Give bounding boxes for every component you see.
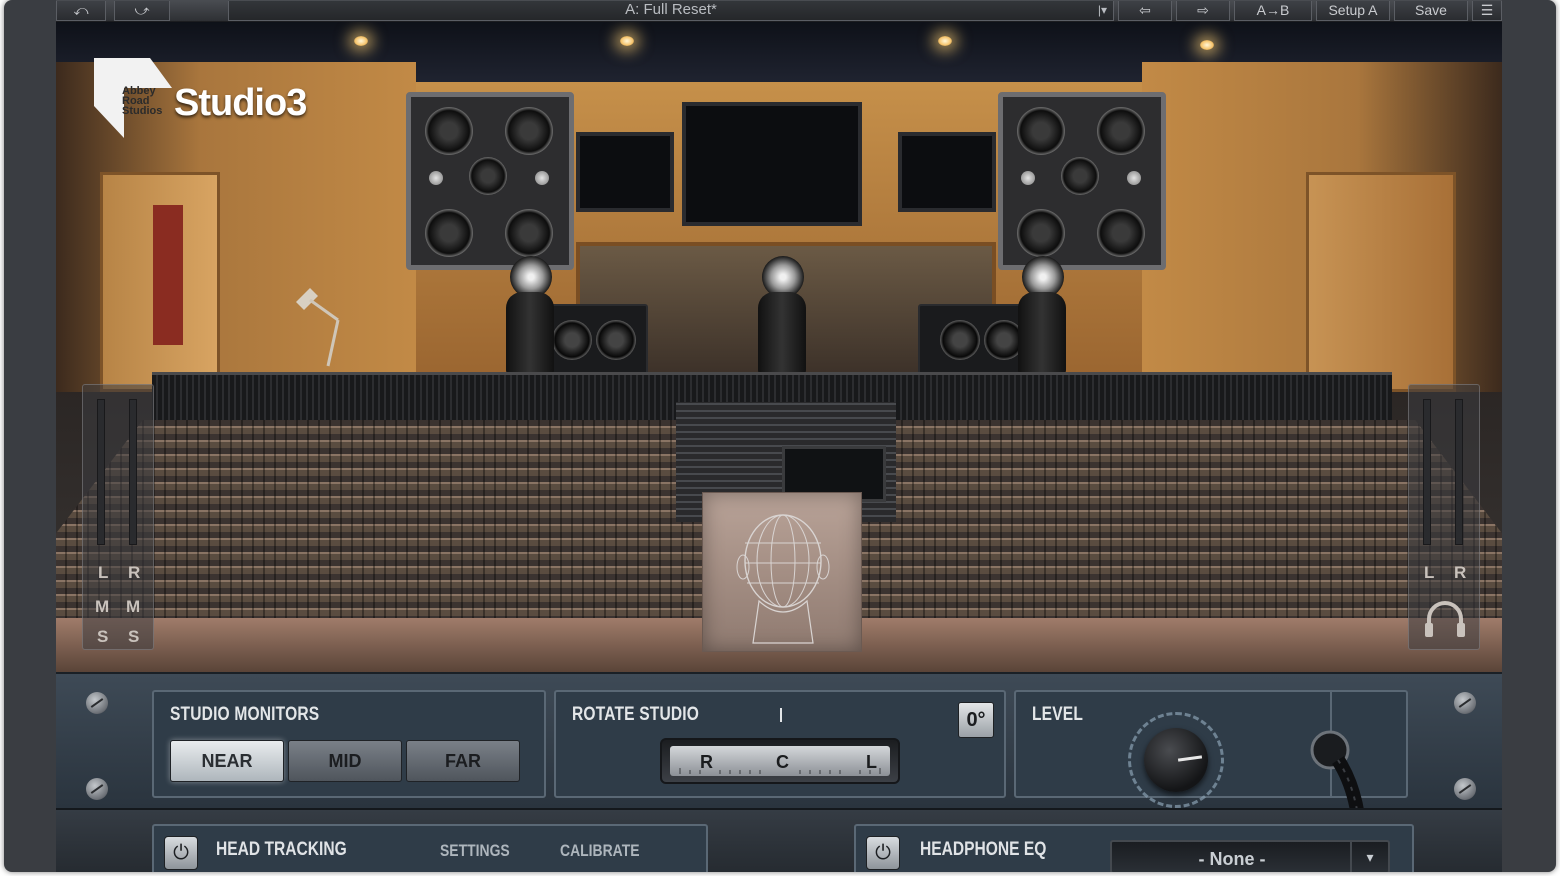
level-title: LEVEL <box>1032 704 1084 725</box>
near-button[interactable]: NEAR <box>170 740 284 782</box>
side-mode-button[interactable]: S <box>128 627 139 647</box>
meter-label-r: R <box>1454 563 1467 582</box>
arrow-left-icon: ⇦ <box>1139 2 1151 18</box>
main-speaker-right <box>998 92 1166 270</box>
meter-left-bar <box>1423 399 1431 545</box>
screw <box>86 692 108 714</box>
headphone-eq-label: HEADPHONE EQ <box>920 839 1047 860</box>
screw <box>1454 692 1476 714</box>
logo-line: Studios <box>122 105 163 117</box>
rotate-studio-title: ROTATE STUDIO <box>572 704 700 725</box>
ceiling-light <box>620 36 634 46</box>
chevron-down-icon: |▾ <box>1097 3 1107 17</box>
head-tracking-label: HEAD TRACKING <box>216 839 347 860</box>
level-knob[interactable] <box>1144 728 1208 792</box>
ceiling-light <box>354 36 368 46</box>
rotate-dial-scale: R C L <box>670 746 890 776</box>
dial-label-c: C <box>776 752 789 772</box>
preset-selector[interactable]: A: Full Reset* |▾ <box>228 1 1114 21</box>
meter-label-l: L <box>98 563 109 582</box>
main-speaker-left <box>406 92 574 270</box>
studio-monitors-title: STUDIO MONITORS <box>170 704 320 725</box>
meter-left-bar <box>97 399 105 545</box>
headphone-eq-power-button[interactable]: ⏻ <box>866 836 900 870</box>
input-meter: L R M M S S <box>82 384 154 650</box>
far-button[interactable]: FAR <box>406 740 520 782</box>
mid-button[interactable]: MID <box>288 740 402 782</box>
rotate-reset-button[interactable]: 0° <box>958 702 994 738</box>
undo-button[interactable]: ⤺ <box>56 1 106 21</box>
center-screen <box>682 102 862 226</box>
control-panel: STUDIO MONITORS NEAR MID FAR ROTATE STUD… <box>56 672 1502 808</box>
menu-icon: ☰ <box>1480 2 1494 18</box>
screw <box>86 778 108 800</box>
toolbar: ⤺ ⤻ A: Full Reset* |▾ ⇦ ⇨ A→B Setup A Sa… <box>56 0 1502 22</box>
rotate-studio-section: ROTATE STUDIO R C L 0° <box>554 690 1006 798</box>
head-tracking-section: ⏻ HEAD TRACKING SETTINGS CALIBRATE <box>152 824 708 872</box>
product-name: Studio3 <box>174 82 307 124</box>
copy-a-to-b-button[interactable]: A→B <box>1234 1 1312 21</box>
redo-button[interactable]: ⤻ <box>114 1 170 21</box>
knob-pointer <box>1177 755 1203 762</box>
midfield-speaker-right <box>1018 256 1066 376</box>
prev-preset-button[interactable]: ⇦ <box>1118 1 1172 21</box>
desk-lamp <box>296 288 340 367</box>
ceiling-light <box>938 36 952 46</box>
meter-label-r: R <box>128 563 141 582</box>
rotate-indicator <box>780 708 782 722</box>
head-tracking-power-button[interactable]: ⏻ <box>164 836 198 870</box>
dial-label-l: L <box>866 752 877 772</box>
studio-monitors-section: STUDIO MONITORS NEAR MID FAR <box>152 690 546 798</box>
screw <box>1454 778 1476 800</box>
rotate-dial[interactable]: R C L <box>660 738 900 784</box>
ceiling-light <box>1200 40 1214 50</box>
next-preset-button[interactable]: ⇨ <box>1176 1 1230 21</box>
midfield-speaker-center <box>758 256 806 376</box>
chevron-down-icon: ▾ <box>1350 842 1388 872</box>
studio-image: Abbey Road Studios Studio3 L R M M S S L… <box>56 22 1502 672</box>
side-mode-button[interactable]: S <box>97 627 108 647</box>
dial-label-r: R <box>700 752 713 772</box>
arrow-right-icon: ⇨ <box>1197 2 1209 18</box>
redo-icon: ⤻ <box>134 2 150 18</box>
output-meter: L R <box>1408 384 1480 650</box>
bottom-panel: ⏻ HEAD TRACKING SETTINGS CALIBRATE ⏻ HEA… <box>56 808 1502 872</box>
power-icon: ⏻ <box>875 842 891 864</box>
left-screen <box>576 132 674 212</box>
save-button[interactable]: Save <box>1394 1 1468 21</box>
power-icon: ⏻ <box>173 842 189 864</box>
preset-name: A: Full Reset* <box>625 1 717 18</box>
calibrate-link[interactable]: CALIBRATE <box>560 841 640 861</box>
right-screen <box>898 132 996 212</box>
left-door <box>100 172 220 392</box>
headphone-icon <box>1425 601 1465 637</box>
right-door <box>1306 172 1456 392</box>
mid-mode-button[interactable]: M <box>126 597 140 617</box>
midfield-speaker-left <box>506 256 554 376</box>
headphone-eq-select[interactable]: - None - ▾ <box>1110 840 1390 872</box>
meter-right-bar <box>1455 399 1463 545</box>
meter-right-bar <box>129 399 137 545</box>
undo-icon: ⤺ <box>73 2 89 18</box>
plugin-window: ⤺ ⤻ A: Full Reset* |▾ ⇦ ⇨ A→B Setup A Sa… <box>4 0 1556 872</box>
setup-toggle-button[interactable]: Setup A <box>1316 1 1390 21</box>
logo-text: Abbey Road Studios <box>122 86 172 117</box>
headphone-eq-value: - None - <box>1198 849 1266 869</box>
meter-label-l: L <box>1424 563 1435 582</box>
menu-button[interactable]: ☰ <box>1472 1 1502 21</box>
head-wireframe-icon <box>736 514 830 644</box>
settings-link[interactable]: SETTINGS <box>440 841 510 861</box>
mid-mode-button[interactable]: M <box>95 597 109 617</box>
head-tracking-display <box>702 492 862 652</box>
